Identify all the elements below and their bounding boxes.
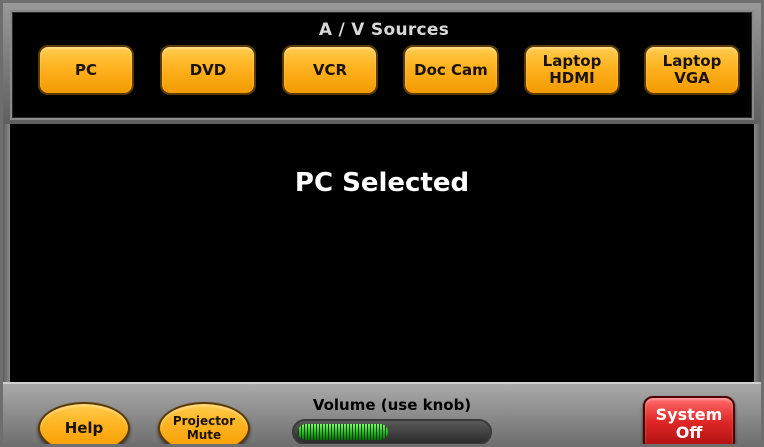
av-control-screen: A / V Sources PC DVD VCR Doc Cam Laptop … [0, 0, 764, 447]
source-dvd-button[interactable]: DVD [160, 45, 256, 95]
frame-right-strip [754, 124, 764, 386]
volume-meter [292, 419, 492, 445]
status-message: PC Selected [294, 168, 470, 198]
source-laptop-hdmi-button[interactable]: Laptop HDMI [524, 45, 620, 95]
source-doc-cam-button[interactable]: Doc Cam [403, 45, 499, 95]
system-off-button[interactable]: System Off [643, 396, 735, 447]
source-laptop-vga-button[interactable]: Laptop VGA [644, 45, 740, 95]
control-bar: Help Projector Mute Volume (use knob) Sy… [0, 382, 764, 447]
sources-panel: A / V Sources PC DVD VCR Doc Cam Laptop … [10, 10, 754, 120]
help-button[interactable]: Help [38, 402, 130, 447]
source-vcr-button[interactable]: VCR [282, 45, 378, 95]
sources-title: A / V Sources [318, 20, 450, 40]
projector-mute-button[interactable]: Projector Mute [158, 402, 250, 447]
main-display: PC Selected [10, 124, 754, 382]
source-pc-button[interactable]: PC [38, 45, 134, 95]
volume-label: Volume (use knob) [312, 396, 472, 414]
volume-level-fill [298, 424, 389, 440]
frame-left-strip [0, 124, 10, 386]
